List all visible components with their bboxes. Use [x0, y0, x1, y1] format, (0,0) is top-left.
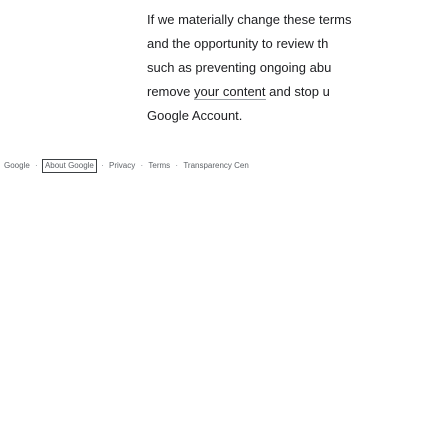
text-line-3: such as preventing ongoing abu: [147, 60, 332, 75]
text-line-4-suffix: and stop u: [265, 84, 330, 99]
footer-link-about-google[interactable]: About Google: [41, 159, 97, 173]
text-line-4: remove your content and stop u: [147, 80, 448, 104]
footer-link-terms[interactable]: Terms: [148, 160, 170, 172]
page: If we materially change these terms and …: [0, 0, 448, 448]
text-line-1: If we materially change these terms: [147, 12, 352, 27]
footer-separator: ·: [35, 161, 38, 170]
footer-link-privacy[interactable]: Privacy: [109, 160, 135, 172]
footer-separator: ·: [101, 161, 104, 170]
your-content-link[interactable]: your content: [193, 84, 266, 100]
footer-separator: ·: [140, 161, 144, 170]
terms-text: If we materially change these terms and …: [147, 8, 448, 128]
footer-links: Google · About Google · Privacy · Terms …: [4, 159, 249, 173]
text-line-5: Google Account.: [147, 108, 243, 123]
footer-link-google[interactable]: Google: [4, 160, 30, 172]
text-line-4-prefix: remove: [147, 84, 194, 99]
text-line-2: and the opportunity to review th: [147, 36, 329, 51]
footer-link-transparency-center[interactable]: Transparency Cen: [183, 160, 249, 172]
footer-separator: ·: [175, 161, 179, 170]
